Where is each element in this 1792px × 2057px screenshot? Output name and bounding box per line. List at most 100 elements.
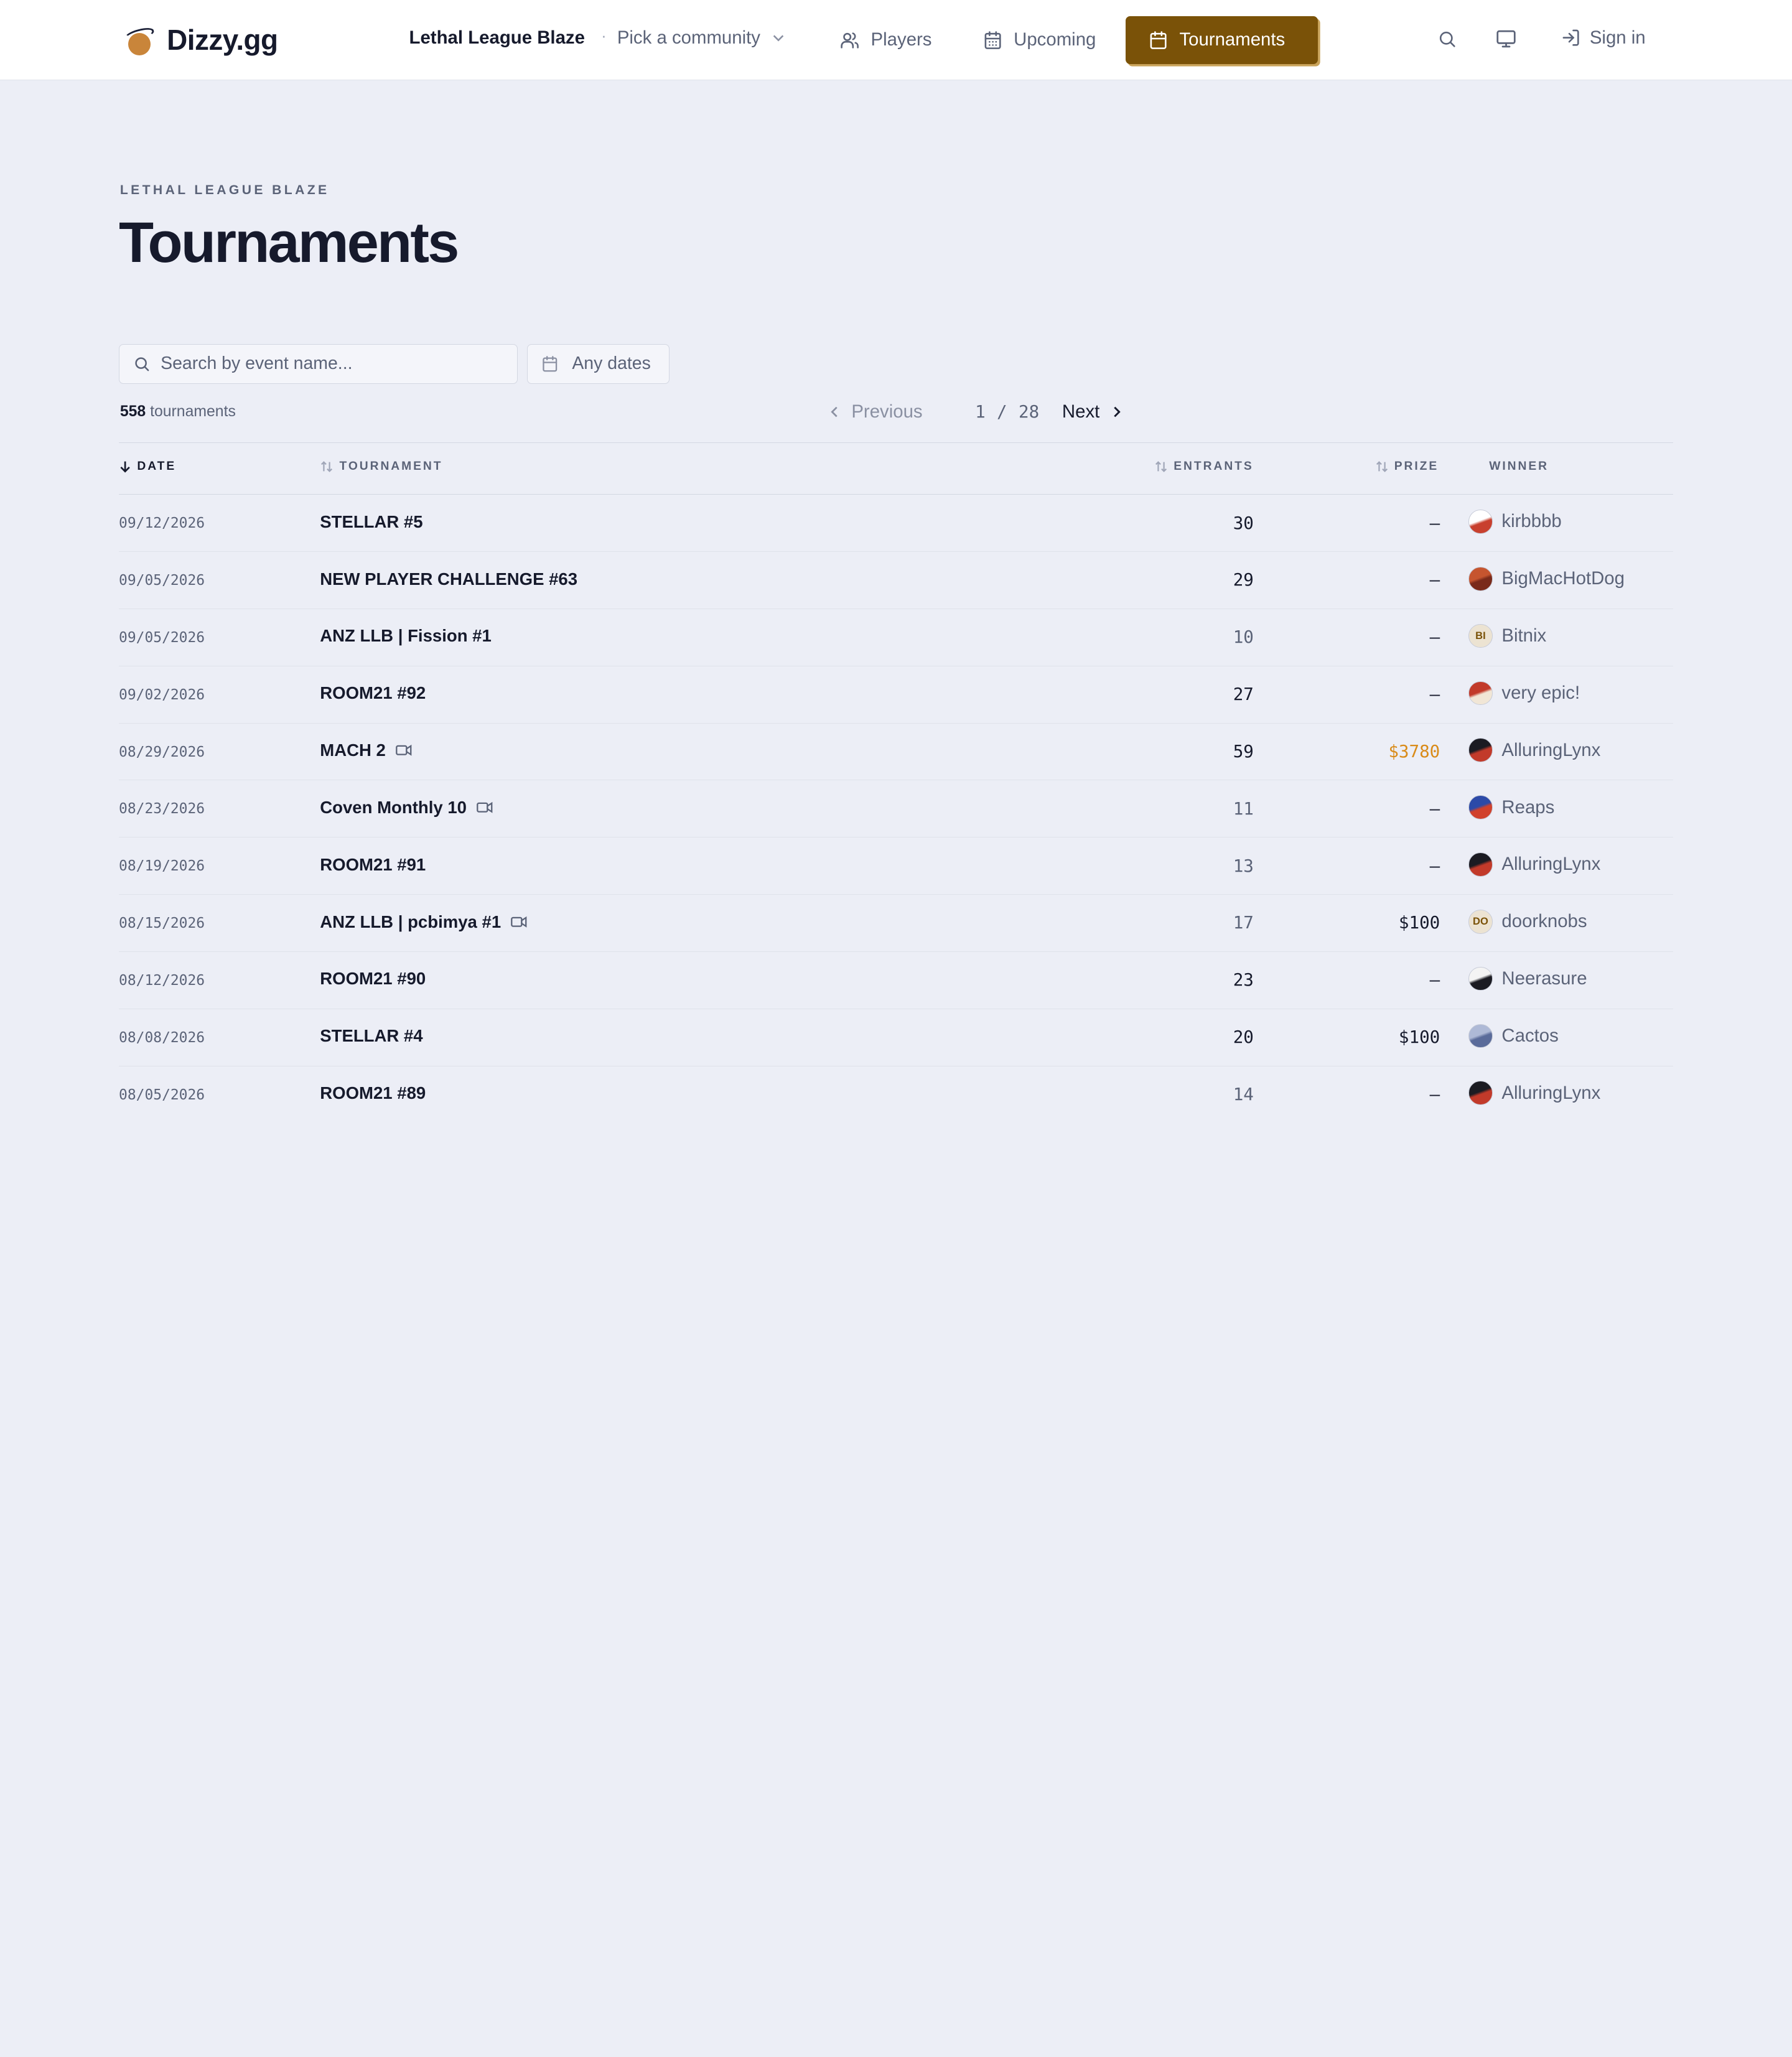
row-winner-link[interactable]: DO doorknobs [1468, 909, 1587, 934]
row-date: 09/05/2026 [119, 572, 205, 589]
global-search-button[interactable] [1435, 27, 1458, 50]
row-tournament-link[interactable]: MACH 2 [320, 740, 412, 760]
sort-by-date[interactable]: DATE [119, 460, 176, 473]
row-tournament-name: ROOM21 #91 [320, 854, 426, 874]
page: Dizzy.gg Lethal League Blaze · Pick a co… [0, 0, 1792, 1120]
row-tournament-link[interactable]: ROOM21 #91 [320, 855, 426, 875]
community-picker[interactable]: Pick a community [617, 27, 786, 49]
table-row[interactable]: 09/02/2026 ROOM21 #92 27 – very epic! [119, 666, 1673, 724]
table-row[interactable]: 09/05/2026 NEW PLAYER CHALLENGE #63 29 –… [119, 552, 1673, 609]
nav-upcoming-label: Upcoming [1014, 29, 1096, 50]
table-row[interactable]: 08/23/2026 Coven Monthly 10 11 – Reaps [119, 780, 1673, 838]
sort-by-prize[interactable]: PRIZE [1375, 460, 1439, 473]
row-tournament-link[interactable]: NEW PLAYER CHALLENGE #63 [320, 569, 577, 589]
row-winner-link[interactable]: BigMacHotDog [1468, 566, 1625, 591]
row-tournament-link[interactable]: STELLAR #4 [320, 1026, 422, 1046]
top-bar: Dizzy.gg Lethal League Blaze · Pick a co… [0, 0, 1792, 80]
log-in-icon [1562, 30, 1579, 47]
winner-column-label: WINNER [1489, 460, 1549, 473]
row-tournament-link[interactable]: ROOM21 #90 [320, 969, 426, 989]
row-tournament-name: NEW PLAYER CHALLENGE #63 [320, 569, 578, 589]
table-row[interactable]: 08/05/2026 ROOM21 #89 14 – AlluringLynx [119, 1066, 1673, 1120]
search-icon [1439, 31, 1455, 47]
row-prize: $3780 [1388, 741, 1440, 762]
row-prize: – [1429, 798, 1440, 819]
search-icon [135, 357, 149, 371]
avatar [1468, 738, 1493, 763]
event-search-input[interactable] [161, 353, 492, 375]
row-tournament-link[interactable]: Coven Monthly 10 [320, 798, 493, 818]
row-winner-link[interactable]: BI Bitnix [1468, 623, 1546, 648]
row-winner-name: BigMacHotDog [1501, 568, 1625, 589]
row-prize: – [1429, 570, 1440, 590]
chevron-right-icon [1114, 406, 1121, 417]
row-entrants: 30 [1233, 513, 1254, 533]
row-prize: – [1429, 627, 1440, 648]
nav-upcoming[interactable]: Upcoming [983, 16, 1096, 64]
row-winner-link[interactable]: very epic! [1468, 681, 1580, 706]
row-entrants: 27 [1233, 684, 1254, 705]
next-page-button[interactable]: Next [1062, 401, 1124, 422]
tournament-column-label: TOURNAMENT [339, 460, 443, 473]
sign-in-link[interactable]: Sign in [1561, 27, 1646, 49]
sign-in-label: Sign in [1589, 27, 1646, 49]
row-tournament-link[interactable]: ANZ LLB | Fission #1 [320, 626, 492, 646]
nav-tournaments-label: Tournaments [1179, 29, 1286, 50]
row-tournament-link[interactable]: ROOM21 #89 [320, 1083, 426, 1103]
table-row[interactable]: 08/15/2026 ANZ LLB | pcbimya #1 17 $100 … [119, 895, 1673, 952]
row-winner-link[interactable]: AlluringLynx [1468, 738, 1600, 763]
brand-logo-link[interactable]: Dizzy.gg [123, 23, 278, 57]
row-winner-link[interactable]: Reaps [1468, 795, 1554, 819]
current-game[interactable]: Lethal League Blaze [409, 27, 585, 49]
table-row[interactable]: 08/08/2026 STELLAR #4 20 $100 Cactos [119, 1009, 1673, 1066]
row-winner-link[interactable]: Neerasure [1468, 966, 1587, 991]
row-date: 08/05/2026 [119, 1086, 205, 1103]
tournament-count-label: tournaments [150, 403, 236, 421]
users-icon [841, 32, 859, 49]
row-date: 08/19/2026 [119, 858, 205, 875]
table-row[interactable]: 08/12/2026 ROOM21 #90 23 – Neerasure [119, 952, 1673, 1009]
row-winner-name: Cactos [1501, 1025, 1559, 1046]
row-entrants: 14 [1233, 1084, 1254, 1104]
row-prize: $100 [1398, 913, 1440, 933]
table-row[interactable]: 08/19/2026 ROOM21 #91 13 – AlluringLynx [119, 837, 1673, 895]
row-winner-name: AlluringLynx [1501, 1082, 1601, 1103]
row-winner-link[interactable]: AlluringLynx [1468, 1081, 1600, 1105]
row-winner-link[interactable]: Cactos [1468, 1024, 1559, 1048]
avatar [1468, 566, 1493, 591]
row-winner-link[interactable]: AlluringLynx [1468, 852, 1600, 877]
row-entrants: 13 [1233, 856, 1254, 876]
row-prize: – [1429, 856, 1440, 876]
date-range-button[interactable]: Any dates [526, 343, 670, 385]
row-tournament-name: ROOM21 #90 [320, 969, 426, 989]
total-pages: 28 [1019, 401, 1040, 422]
table-row[interactable]: 08/29/2026 MACH 2 59 $3780 AlluringLynx [119, 724, 1673, 781]
row-date: 09/05/2026 [119, 629, 205, 646]
row-tournament-link[interactable]: ROOM21 #92 [320, 683, 426, 703]
nav-tournaments[interactable]: Tournaments [1126, 16, 1318, 64]
table-header: DATE TOURNAMENT ENTRANTS PRIZE WINNER [119, 442, 1673, 495]
row-tournament-name: ANZ LLB | pcbimya #1 [320, 912, 502, 931]
page-eyebrow: LETHAL LEAGUE BLAZE [119, 182, 330, 197]
sort-by-tournament[interactable]: TOURNAMENT [320, 460, 442, 473]
row-winner-link[interactable]: kirbbbb [1468, 510, 1562, 534]
sort-by-entrants[interactable]: ENTRANTS [1154, 460, 1254, 473]
row-tournament-name: ANZ LLB | Fission #1 [320, 626, 492, 646]
chevron-down-icon [773, 35, 784, 42]
arrow-down-icon [120, 461, 130, 473]
page-title: Tournaments [119, 210, 459, 274]
row-date: 08/23/2026 [119, 801, 205, 818]
table-row[interactable]: 09/12/2026 STELLAR #5 30 – kirbbbb [119, 495, 1673, 553]
row-tournament-link[interactable]: ANZ LLB | pcbimya #1 [320, 912, 527, 932]
nav-players[interactable]: Players [840, 16, 932, 64]
row-entrants: 20 [1233, 1027, 1254, 1048]
previous-page-button[interactable]: Previous [828, 401, 923, 422]
event-search-field[interactable] [119, 343, 518, 385]
pagination: Previous 1 / 28 Next [828, 401, 1124, 422]
row-tournament-name: ROOM21 #89 [320, 1083, 426, 1103]
row-winner-name: very epic! [1501, 682, 1580, 703]
theme-toggle-button[interactable] [1495, 27, 1518, 50]
row-tournament-link[interactable]: STELLAR #5 [320, 512, 422, 532]
current-page: 1 [975, 401, 986, 422]
table-row[interactable]: 09/05/2026 ANZ LLB | Fission #1 10 – BI … [119, 609, 1673, 666]
